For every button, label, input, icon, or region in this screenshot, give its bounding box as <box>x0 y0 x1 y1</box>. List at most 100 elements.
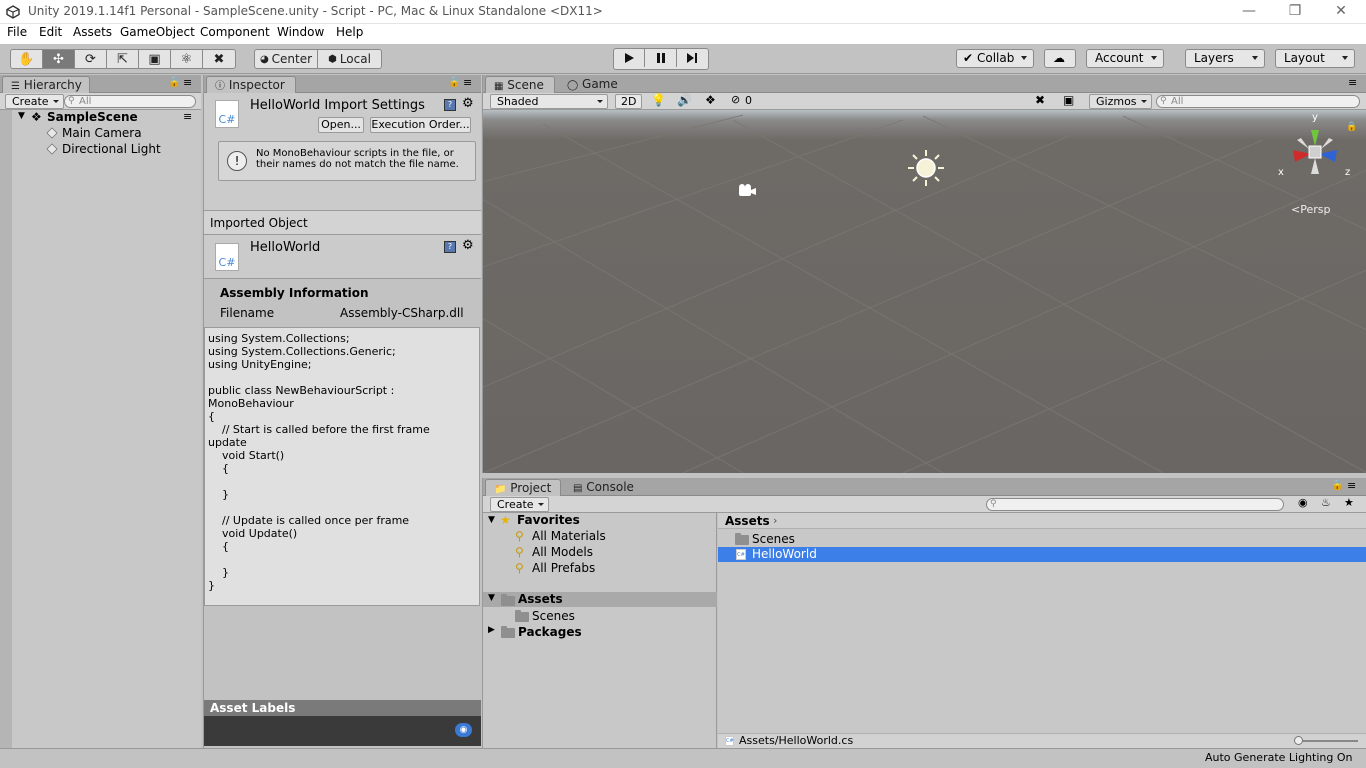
menu-assets[interactable]: Assets <box>73 25 112 39</box>
help-book-icon[interactable]: ? <box>444 241 456 253</box>
gameobject-cube-icon <box>46 127 58 139</box>
lighting-status[interactable]: Auto Generate Lighting On <box>1205 751 1353 764</box>
pivot-local-button[interactable]: ⬢ Local <box>318 50 381 68</box>
2d-toggle[interactable]: 2D <box>615 94 643 109</box>
filter-type-icon[interactable]: ◉ <box>1298 496 1308 509</box>
project-create-dropdown[interactable]: Create <box>490 497 549 512</box>
tab-project[interactable]: 📁 Project <box>485 479 561 496</box>
projection-toggle[interactable]: <Persp <box>1291 203 1330 216</box>
lock-icon[interactable]: 🔒 <box>448 77 460 88</box>
restore-button[interactable]: ❐ <box>1272 0 1318 24</box>
tab-game[interactable]: ◯ Game <box>559 76 626 93</box>
play-button[interactable] <box>614 49 646 67</box>
menu-component[interactable]: Component <box>200 25 270 39</box>
file-row-scenes[interactable]: Scenes <box>718 531 1366 547</box>
camera-gizmo-icon[interactable] <box>736 183 758 199</box>
layers-dropdown[interactable]: Layers <box>1185 49 1265 68</box>
tree-packages-row[interactable]: ▶ Packages <box>483 624 717 640</box>
file-row-helloworld[interactable]: C# HelloWorld <box>718 547 1366 562</box>
cloud-button[interactable]: ☁ <box>1044 49 1076 68</box>
hierarchy-create-dropdown[interactable]: Create <box>5 94 64 109</box>
scene-row[interactable]: ▼ ❖ SampleScene ≡ <box>0 110 201 125</box>
inspector-tab-label: Inspector <box>228 78 285 92</box>
menu-window[interactable]: Window <box>277 25 324 39</box>
lighting-toggle-icon[interactable]: 💡 <box>651 93 666 107</box>
cs-file-icon: C# <box>736 549 746 560</box>
lock-icon[interactable]: 🔒 <box>1331 480 1343 491</box>
account-label: Account <box>1095 51 1144 65</box>
favorite-item-all-materials[interactable]: ⚲ All Materials <box>483 529 717 545</box>
menu-file[interactable]: File <box>7 25 27 39</box>
icon-size-slider[interactable] <box>1294 736 1358 745</box>
expand-arrow-icon[interactable]: ▼ <box>18 111 25 121</box>
breadcrumb-assets[interactable]: Assets <box>725 514 770 528</box>
pivot-center-button[interactable]: ◕ Center <box>255 50 319 68</box>
panel-menu-icon[interactable]: ≡ <box>183 76 192 89</box>
audio-toggle-icon[interactable]: 🔊 <box>677 93 692 107</box>
panel-menu-icon[interactable]: ≡ <box>463 76 472 89</box>
close-button[interactable]: ✕ <box>1318 0 1364 24</box>
effects-dropdown-icon[interactable]: ❖ <box>705 93 716 107</box>
favorite-star-icon[interactable]: ★ <box>1344 496 1354 509</box>
tree-scenes-row[interactable]: Scenes <box>483 608 717 624</box>
pause-button[interactable] <box>645 49 677 67</box>
gear-icon[interactable]: ⚙ <box>462 238 474 253</box>
minimize-button[interactable]: — <box>1226 0 1272 24</box>
rotate-tool-icon[interactable]: ⟳ <box>75 50 107 68</box>
panel-menu-icon[interactable]: ≡ <box>1348 76 1357 89</box>
scene-search-input[interactable]: ⚲ All <box>1156 95 1360 108</box>
favorites-label[interactable]: Favorites <box>517 513 580 527</box>
favorite-item-all-prefabs[interactable]: ⚲ All Prefabs <box>483 561 717 577</box>
slider-thumb[interactable] <box>1294 736 1303 745</box>
menu-gameobject[interactable]: GameObject <box>120 25 195 39</box>
open-button[interactable]: Open... <box>318 117 364 133</box>
layout-dropdown[interactable]: Layout <box>1275 49 1355 68</box>
scene-search-placeholder: All <box>1171 96 1184 107</box>
shading-mode-dropdown[interactable]: Shaded <box>490 94 608 109</box>
selected-path: Assets/HelloWorld.cs <box>739 734 854 747</box>
help-book-icon[interactable]: ? <box>444 99 456 111</box>
label-tag-icon[interactable]: ◉ <box>455 723 472 737</box>
expand-arrow-icon[interactable]: ▼ <box>488 593 495 603</box>
collapse-arrow-icon[interactable]: ▶ <box>488 625 495 635</box>
menu-edit[interactable]: Edit <box>39 25 62 39</box>
gear-icon[interactable]: ⚙ <box>462 96 474 111</box>
tab-hierarchy[interactable]: ☰ Hierarchy <box>2 76 90 93</box>
orientation-gizmo[interactable] <box>1279 116 1351 188</box>
hand-tool-icon[interactable]: ✋ <box>11 50 43 68</box>
tab-inspector[interactable]: ⓘ Inspector <box>206 76 296 93</box>
transform-tool-icon[interactable]: ⚛ <box>171 50 203 68</box>
execution-order-button[interactable]: Execution Order... <box>370 117 471 133</box>
tree-assets-row[interactable]: ▼ Assets <box>483 592 717 607</box>
gizmos-dropdown[interactable]: Gizmos <box>1089 94 1152 109</box>
hierarchy-search-input[interactable]: ⚲ All <box>64 95 196 108</box>
hierarchy-item-main-camera[interactable]: Main Camera <box>0 126 201 141</box>
step-button[interactable] <box>677 49 708 67</box>
status-bar: Auto Generate Lighting On <box>0 748 1366 768</box>
lock-icon[interactable]: 🔒 <box>168 77 180 88</box>
filter-label-icon[interactable]: ♨ <box>1321 496 1331 509</box>
account-dropdown[interactable]: Account <box>1086 49 1164 68</box>
project-search-input[interactable]: ⚲ <box>986 498 1284 511</box>
hierarchy-item-directional-light[interactable]: Directional Light <box>0 142 201 157</box>
script-code: using System.Collections; using System.C… <box>208 332 430 592</box>
hidden-objects-icon[interactable]: ⊘ <box>731 93 740 106</box>
expand-arrow-icon[interactable]: ▼ <box>488 515 495 525</box>
tab-console[interactable]: ▤ Console <box>565 479 642 496</box>
scene-menu-icon[interactable]: ≡ <box>183 110 192 123</box>
panel-menu-icon[interactable]: ≡ <box>1347 479 1356 492</box>
directional-light-icon[interactable] <box>901 145 951 191</box>
move-tool-icon[interactable]: ✣ <box>43 50 75 68</box>
scene-viewport[interactable]: 🔒 y x z <Persp <box>483 110 1366 473</box>
scale-tool-icon[interactable]: ⇱ <box>107 50 139 68</box>
custom-tool-icon[interactable]: ✖ <box>203 50 235 68</box>
favorite-item-all-models[interactable]: ⚲ All Models <box>483 545 717 561</box>
rect-tool-icon[interactable]: ▣ <box>139 50 171 68</box>
warning-icon: ! <box>227 151 247 171</box>
tab-scene[interactable]: ▦ Scene <box>485 76 555 93</box>
collab-dropdown[interactable]: ✔ Collab <box>956 49 1034 68</box>
cs-label: C# <box>218 113 236 126</box>
camera-icon[interactable]: ▣ <box>1063 93 1074 107</box>
menu-help[interactable]: Help <box>336 25 363 39</box>
tools-icon[interactable]: ✖ <box>1035 93 1045 107</box>
